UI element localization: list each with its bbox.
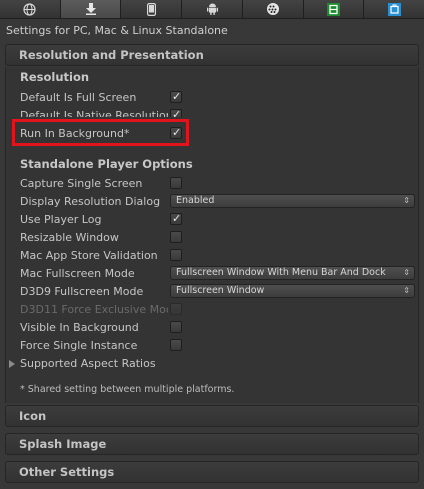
row-default-full-screen: Default Is Full Screen ✓ — [0, 90, 424, 108]
supported-aspect-ratios-label[interactable]: Supported Aspect Ratios — [20, 357, 220, 370]
row-d3d9-fullscreen-mode: D3D9 Fullscreen Mode Fullscreen Window ⇕ — [0, 284, 424, 302]
default-native-resolution-checkbox[interactable]: ✓ — [170, 108, 182, 117]
blackberry-icon — [266, 3, 279, 15]
mac-app-store-validation-checkbox[interactable] — [170, 249, 182, 261]
default-full-screen-checkbox[interactable]: ✓ — [170, 90, 182, 103]
dropdown-arrow-icon: ⇕ — [403, 196, 410, 205]
foldout-label: Other Settings — [19, 465, 115, 479]
dropdown-value: Fullscreen Window — [176, 285, 265, 296]
foldout-other-settings[interactable]: Other Settings — [5, 461, 419, 483]
tab-standalone[interactable] — [60, 0, 122, 18]
foldout-resolution-presentation[interactable]: Resolution and Presentation — [5, 44, 419, 66]
foldout-label: Splash Image — [19, 437, 107, 451]
row-visible-in-background: Visible In Background — [0, 320, 424, 338]
mac-fullscreen-mode-label: Mac Fullscreen Mode — [20, 267, 135, 280]
checkmark-icon: ✓ — [172, 212, 182, 225]
download-icon — [85, 3, 96, 15]
row-display-resolution-dialog: Display Resolution Dialog Enabled ⇕ — [0, 194, 424, 212]
foldout-label: Icon — [19, 409, 47, 423]
shared-setting-note: * Shared setting between multiple platfo… — [20, 384, 235, 395]
force-single-instance-checkbox[interactable] — [170, 339, 182, 351]
tab-web[interactable] — [0, 0, 61, 18]
dropdown-value: Fullscreen Window With Menu Bar And Dock — [176, 267, 386, 278]
dropdown-value: Enabled — [176, 195, 215, 206]
mac-fullscreen-mode-dropdown[interactable]: Fullscreen Window With Menu Bar And Dock… — [170, 266, 415, 280]
tab-blackberry[interactable] — [242, 0, 304, 18]
windows-store-icon — [387, 2, 401, 16]
globe-icon — [23, 2, 36, 16]
display-resolution-dialog-label: Display Resolution Dialog — [20, 195, 161, 208]
default-native-resolution-label: Default Is Native Resolution — [20, 109, 168, 117]
resizable-window-label: Resizable Window — [20, 231, 119, 244]
checkmark-icon: ✓ — [172, 90, 182, 103]
tab-windows-store[interactable] — [364, 0, 424, 18]
default-full-screen-label: Default Is Full Screen — [20, 91, 137, 104]
d3d11-force-exclusive-checkbox — [170, 303, 182, 315]
visible-in-background-label: Visible In Background — [20, 321, 139, 334]
tab-android[interactable] — [182, 0, 243, 18]
row-mac-fullscreen-mode: Mac Fullscreen Mode Fullscreen Window Wi… — [0, 266, 424, 284]
foldout-icon[interactable]: Icon — [5, 405, 419, 427]
mac-app-store-validation-label: Mac App Store Validation — [20, 249, 158, 262]
use-player-log-checkbox[interactable]: ✓ — [170, 212, 182, 225]
standalone-player-options-header: Standalone Player Options — [20, 157, 193, 171]
settings-title: Settings for PC, Mac & Linux Standalone — [6, 24, 228, 37]
checkmark-icon: ✓ — [172, 108, 182, 117]
row-supported-aspect-ratios[interactable]: Supported Aspect Ratios — [0, 356, 424, 374]
platform-tab-bar — [0, 0, 424, 19]
visible-in-background-checkbox[interactable] — [170, 321, 182, 333]
row-default-native-resolution: Default Is Native Resolution ✓ — [0, 108, 424, 117]
foldout-arrow-icon[interactable] — [9, 360, 15, 368]
resizable-window-checkbox[interactable] — [170, 231, 182, 243]
d3d9-fullscreen-mode-label: D3D9 Fullscreen Mode — [20, 285, 144, 298]
d3d11-force-exclusive-label: D3D11 Force Exclusive Mode — [20, 303, 168, 316]
capture-single-screen-checkbox[interactable] — [170, 177, 182, 189]
xbox-icon — [326, 2, 340, 16]
foldout-splash-image[interactable]: Splash Image — [5, 433, 419, 455]
dropdown-arrow-icon: ⇕ — [403, 268, 410, 277]
row-force-single-instance: Force Single Instance — [0, 338, 424, 356]
force-single-instance-label: Force Single Instance — [20, 339, 138, 352]
display-resolution-dialog-dropdown[interactable]: Enabled ⇕ — [170, 194, 415, 208]
tab-xbox[interactable] — [303, 0, 365, 18]
row-mac-app-store-validation: Mac App Store Validation — [0, 248, 424, 266]
row-use-player-log: Use Player Log ✓ — [0, 212, 424, 230]
capture-single-screen-label: Capture Single Screen — [20, 177, 143, 190]
row-resizable-window: Resizable Window — [0, 230, 424, 248]
dropdown-arrow-icon: ⇕ — [403, 286, 410, 295]
row-d3d11-force-exclusive: D3D11 Force Exclusive Mode — [0, 302, 424, 320]
android-icon — [206, 3, 218, 15]
row-capture-single-screen: Capture Single Screen — [0, 176, 424, 194]
resolution-header: Resolution — [20, 70, 90, 84]
highlight-annotation-box — [12, 119, 189, 146]
use-player-log-label: Use Player Log — [20, 213, 102, 226]
phone-icon — [146, 2, 156, 16]
d3d9-fullscreen-mode-dropdown[interactable]: Fullscreen Window ⇕ — [170, 284, 415, 298]
foldout-label: Resolution and Presentation — [19, 48, 204, 62]
tab-ios[interactable] — [121, 0, 183, 18]
